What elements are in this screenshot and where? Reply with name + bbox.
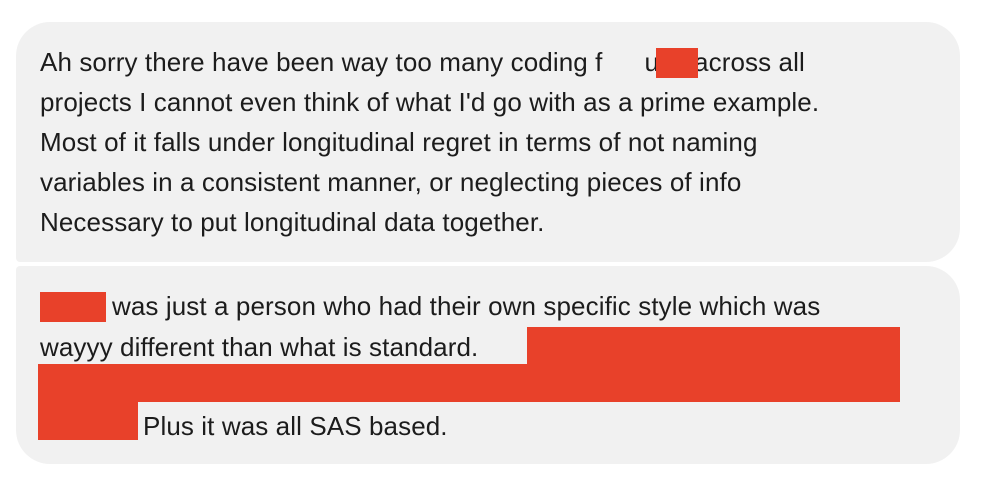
message-2-line-2: wayyy different than what is standard. [40,332,479,362]
message-1-line-5: Necessary to put longitudinal data toget… [40,207,545,237]
message-2-line-1: was just a person who had their own spec… [112,291,821,321]
redaction-block [40,292,106,322]
redaction-block [656,48,698,78]
redaction-block [38,402,138,440]
message-1-line-1-before: Ah sorry there have been way too many co… [40,47,603,77]
message-1-line-3: Most of it falls under longitudinal regr… [40,127,758,157]
message-1-line-2: projects I cannot even think of what I'd… [40,87,820,117]
message-2-line-3: Plus it was all SAS based. [143,411,448,441]
redaction-block [527,327,900,365]
redaction-block [38,364,900,402]
message-1-line-4: variables in a consistent manner, or neg… [40,167,742,197]
